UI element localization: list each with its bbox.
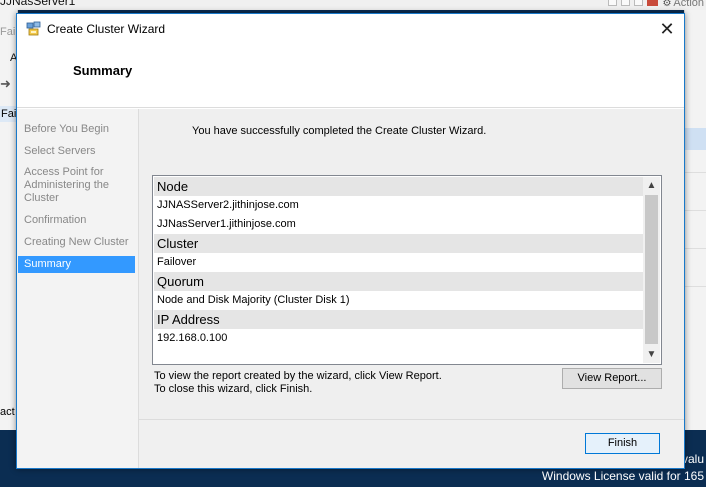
forward-arrow-icon: ➜ [0, 76, 11, 91]
chevron-down-icon[interactable]: ▼ [643, 346, 660, 363]
nav-step-summary[interactable]: Summary [18, 256, 135, 273]
background-right-selection [685, 128, 706, 150]
background-right-divider [685, 210, 706, 211]
gear-icon: ⚙ [662, 0, 672, 9]
summary-section-header: IP Address [154, 310, 643, 329]
summary-section-header: Quorum [154, 272, 643, 291]
background-window-controls: ⚙ Action [608, 0, 706, 10]
close-icon: ✕ [659, 19, 675, 39]
wizard-steps-nav: Before You Begin Select Servers Access P… [17, 109, 139, 468]
summary-report-box[interactable]: Node JJNASServer2.jithinjose.com JJNasSe… [152, 175, 662, 365]
summary-section-header: Cluster [154, 234, 643, 253]
background-maximize-icon [621, 0, 631, 6]
flag-icon [647, 0, 659, 6]
wizard-footer: Finish [139, 419, 684, 468]
close-button[interactable]: ✕ [650, 14, 684, 44]
summary-section-header: Node [154, 177, 643, 196]
background-right-divider [685, 248, 706, 249]
summary-rows: Node JJNASServer2.jithinjose.com JJNasSe… [154, 177, 643, 348]
scrollbar-thumb[interactable] [645, 195, 658, 344]
nav-step-confirmation[interactable]: Confirmation [18, 212, 135, 229]
summary-value: Node and Disk Majority (Cluster Disk 1) [157, 294, 350, 306]
nav-step-access-point[interactable]: Access Point for Administering the Clust… [18, 164, 135, 207]
finish-button[interactable]: Finish [585, 433, 660, 454]
background-right-divider [685, 286, 706, 287]
success-message: You have successfully completed the Crea… [192, 125, 487, 137]
wizard-title: Create Cluster Wizard [47, 22, 166, 36]
view-report-button[interactable]: View Report... [562, 368, 662, 389]
finish-instruction: To close this wizard, click Finish. [154, 383, 313, 395]
view-report-instruction: To view the report created by the wizard… [154, 370, 442, 382]
wizard-header: Summary [17, 44, 684, 108]
nav-step-select-servers[interactable]: Select Servers [18, 143, 135, 160]
background-minimize-icon [608, 0, 618, 6]
desktop-watermark-line-2: Windows License valid for 165 [541, 469, 704, 483]
cluster-wizard-icon [26, 21, 41, 36]
background-right-divider [685, 172, 706, 173]
background-restore-icon [634, 0, 644, 6]
create-cluster-wizard-dialog: Create Cluster Wizard ✕ Summary Before Y… [16, 13, 685, 469]
wizard-content: You have successfully completed the Crea… [139, 109, 684, 419]
nav-step-creating-new-cluster[interactable]: Creating New Cluster [18, 234, 135, 251]
background-window-title: JJNasServer1 [0, 0, 76, 8]
summary-value: Failover [157, 256, 197, 268]
desktop-watermark-line-1: valu [681, 452, 704, 466]
wizard-titlebar[interactable]: Create Cluster Wizard ✕ [17, 14, 684, 44]
summary-value: 192.168.0.100 [157, 332, 228, 344]
page-title: Summary [73, 63, 133, 78]
background-window-titlebar: JJNasServer1 ⚙ Action [0, 0, 706, 10]
background-right-pane [684, 10, 706, 430]
background-left-label-4: act [0, 406, 15, 418]
summary-scrollbar[interactable]: ▲ ▼ [643, 177, 660, 363]
background-action-label: Action [673, 0, 704, 9]
summary-value: JJNASServer2.jithinjose.com [157, 199, 299, 211]
summary-value: JJNasServer1.jithinjose.com [157, 218, 296, 230]
chevron-up-icon[interactable]: ▲ [643, 177, 660, 194]
nav-step-before-you-begin[interactable]: Before You Begin [18, 121, 135, 138]
